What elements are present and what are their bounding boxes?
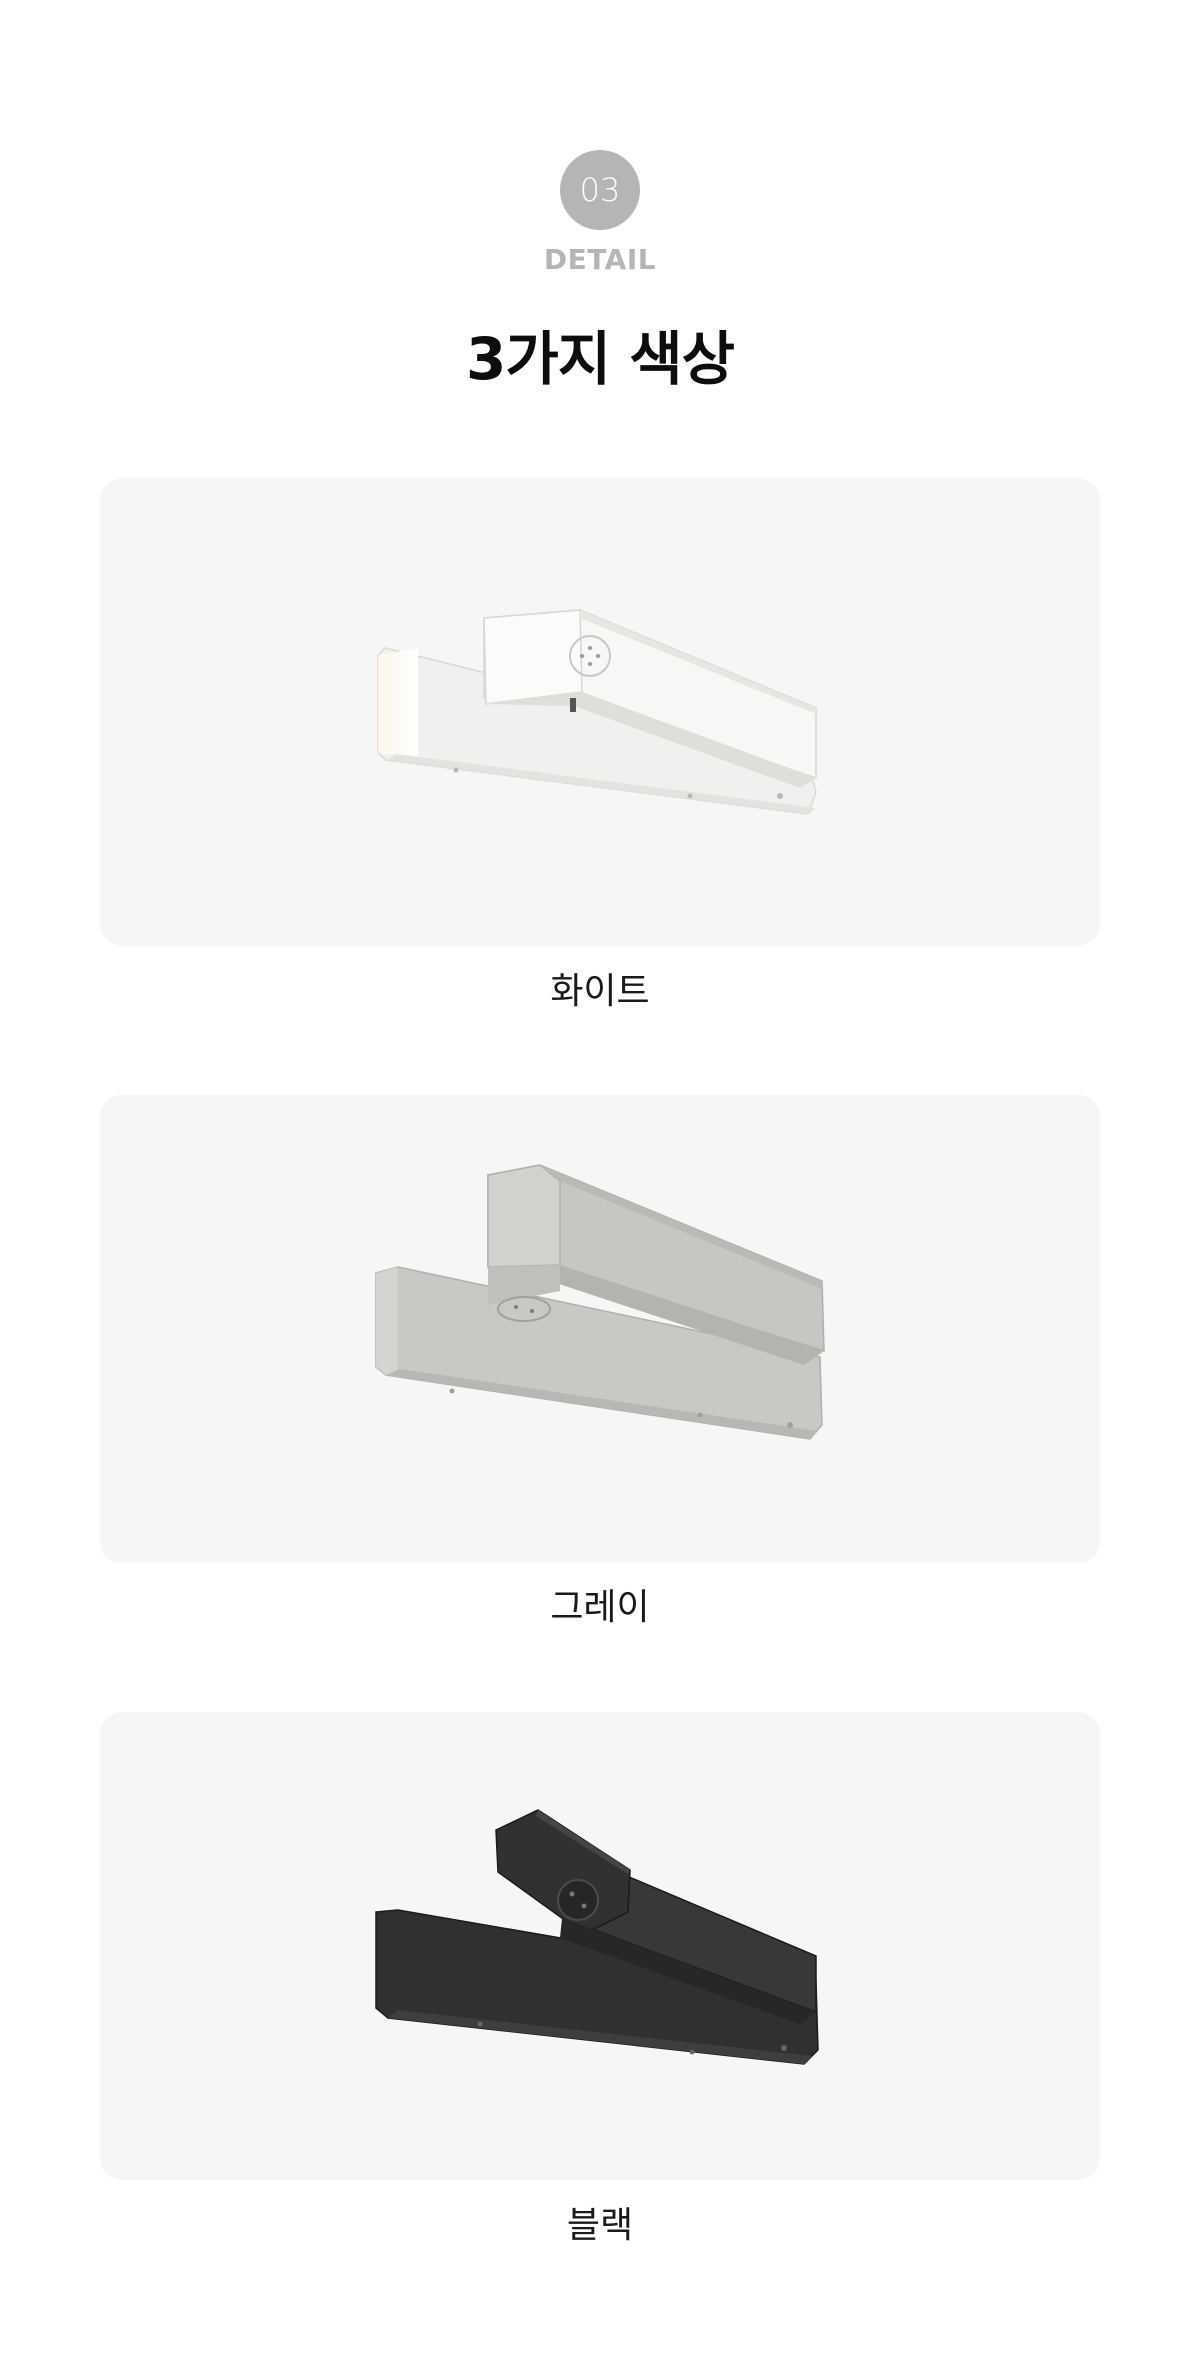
product-card-white xyxy=(100,478,1100,946)
section-title: 3가지 색상 xyxy=(466,325,735,393)
black-lamp-image xyxy=(375,1809,819,2065)
product-label-black: 블랙 xyxy=(566,2205,634,2246)
product-card-gray xyxy=(100,1095,1100,1563)
product-label-gray: 그레이 xyxy=(550,1587,650,1628)
gray-lamp-image xyxy=(375,1164,825,1440)
section-number-badge: 03 xyxy=(560,150,640,230)
section-eyebrow: DETAIL xyxy=(543,243,657,276)
product-card-black xyxy=(100,1712,1100,2180)
product-label-white: 화이트 xyxy=(550,971,650,1012)
white-lamp-image xyxy=(377,609,817,815)
